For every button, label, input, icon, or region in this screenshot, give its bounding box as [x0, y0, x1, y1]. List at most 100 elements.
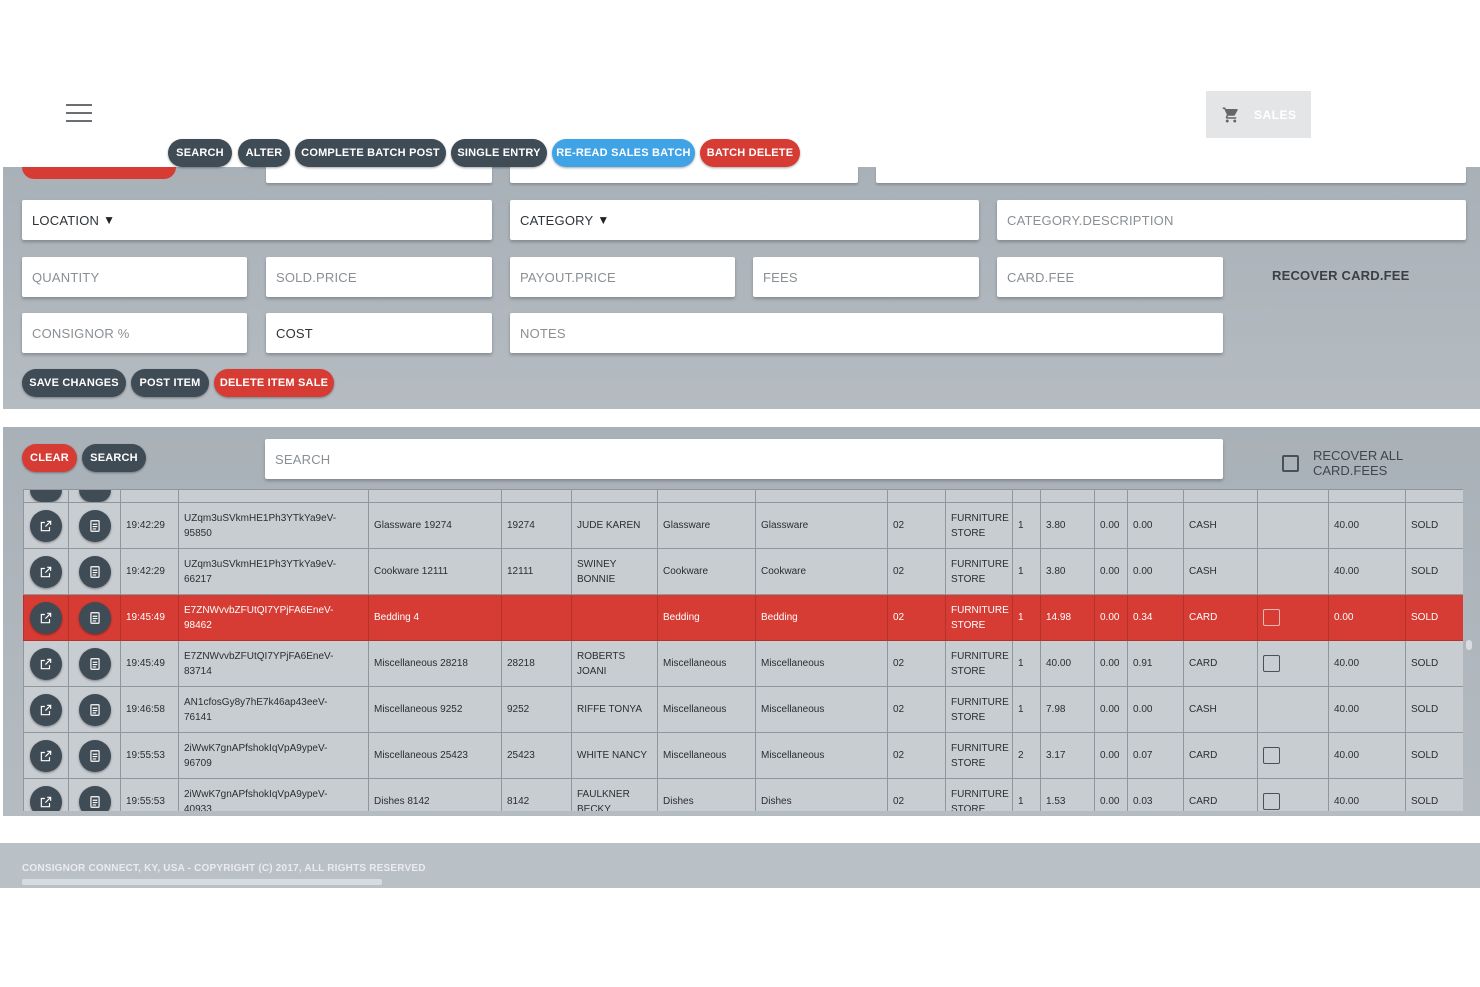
card-fee-field[interactable]: CARD.FEE: [997, 257, 1223, 297]
hidden-field-3[interactable]: [876, 167, 1466, 183]
list-search-input[interactable]: SEARCH: [265, 439, 1223, 479]
table-cell: [1257, 489, 1329, 503]
delete-item-sale-button[interactable]: DELETE ITEM SALE: [214, 369, 334, 397]
category-description-field[interactable]: CATEGORY.DESCRIPTION: [997, 200, 1466, 240]
recover-cell: [1257, 548, 1329, 595]
hamburger-menu-icon[interactable]: [66, 104, 92, 122]
list-search-button[interactable]: SEARCH: [82, 444, 146, 472]
table-cell: [1405, 489, 1463, 503]
category-dropdown[interactable]: CATEGORY ▼: [510, 200, 979, 240]
store-line1: FURNITURE: [951, 604, 1009, 616]
consignor-cell: FAULKNER BECKY: [571, 778, 658, 811]
store-line1: FURNITURE: [951, 742, 1009, 754]
consignor-line2: BONNIE: [577, 573, 616, 585]
description-cell: Glassware: [755, 502, 888, 549]
location-dropdown[interactable]: LOCATION ▼: [22, 200, 492, 240]
table-cell: [368, 489, 502, 503]
clear-button[interactable]: CLEAR: [22, 444, 77, 472]
document-icon[interactable]: [78, 509, 111, 542]
table-row[interactable]: 19:55:53 2iWwK7gnAPfshokIqVpA9ypeV- 40933 D…: [23, 778, 1463, 812]
store-line1: FURNITURE: [951, 512, 1009, 524]
sale-id-cell: E7ZNWvvbZFUtQI7YPjFA6EneV- 98462: [178, 594, 369, 641]
item-number-cell: 28218: [501, 640, 572, 687]
quantity-cell: 2: [1012, 732, 1041, 779]
table-cell: [887, 489, 946, 503]
table-row[interactable]: 19:45:49 E7ZNWvvbZFUtQI7YPjFA6EneV- 98462 B…: [23, 594, 1463, 641]
alter-button[interactable]: ALTER: [238, 139, 290, 167]
location-cell: 02: [887, 502, 946, 549]
edit-icon[interactable]: [30, 739, 62, 772]
store-line2: STORE: [951, 757, 986, 769]
store-line2: STORE: [951, 803, 986, 812]
document-icon[interactable]: [78, 601, 111, 634]
document-icon[interactable]: [78, 555, 111, 588]
save-changes-button[interactable]: SAVE CHANGES: [22, 369, 126, 397]
item-cell: Miscellaneous 28218: [368, 640, 502, 687]
item-number-cell: 19274: [501, 502, 572, 549]
recover-card-fee-checkbox[interactable]: [1263, 747, 1280, 764]
single-entry-button[interactable]: SINGLE ENTRY: [451, 139, 547, 167]
edit-icon[interactable]: [30, 647, 62, 680]
table-cell: [1012, 489, 1041, 503]
view-button[interactable]: [78, 490, 111, 502]
payout-price-field[interactable]: PAYOUT.PRICE: [510, 257, 735, 297]
document-icon[interactable]: [78, 785, 111, 811]
item-number-cell: 12111: [501, 548, 572, 595]
recover-cell: [1257, 686, 1329, 733]
table-cell: [571, 489, 658, 503]
description-cell: Cookware: [755, 548, 888, 595]
quantity-cell: 1: [1012, 778, 1041, 811]
footer-version-line: [22, 879, 382, 885]
edit-cell: [23, 732, 69, 779]
table-row[interactable]: 19:45:49 E7ZNWvvbZFUtQI7YPjFA6EneV- 83714 M…: [23, 640, 1463, 687]
notes-field[interactable]: NOTES: [510, 313, 1223, 353]
location-cell: 02: [887, 640, 946, 687]
table-scrollbar[interactable]: [1466, 640, 1472, 650]
table-row[interactable]: 19:42:29 UZqm3uSVkmHE1Ph3YTkYa9eV- 95850 Gl…: [23, 502, 1463, 549]
edit-button[interactable]: [30, 490, 62, 502]
recover-all-card-fees[interactable]: RECOVER ALL CARD.FEES: [1282, 448, 1480, 478]
edit-icon[interactable]: [30, 693, 62, 726]
recover-card-fee-checkbox[interactable]: [1263, 793, 1280, 810]
edit-icon[interactable]: [30, 601, 62, 634]
item-cell: Dishes 8142: [368, 778, 502, 811]
fees-field[interactable]: FEES: [753, 257, 979, 297]
recover-card-fee-checkbox[interactable]: [1263, 655, 1280, 672]
hidden-field-2[interactable]: [510, 167, 858, 183]
sale-id-cell: UZqm3uSVkmHE1Ph3YTkYa9eV- 95850: [178, 502, 369, 549]
sale-id-cell: AN1cfosGy8y7hE7k46ap43eeV- 76141: [178, 686, 369, 733]
re-read-sales-batch-button[interactable]: RE-READ SALES BATCH: [552, 139, 695, 167]
hidden-field-1[interactable]: [266, 167, 492, 183]
search-button[interactable]: SEARCH: [168, 139, 232, 167]
edit-icon[interactable]: [30, 555, 62, 588]
table-row[interactable]: 19:55:53 2iWwK7gnAPfshokIqVpA9ypeV- 96709 M…: [23, 732, 1463, 779]
time-cell: 19:42:29: [120, 548, 179, 595]
price-cell: 1.53: [1040, 778, 1095, 811]
item-cell: Cookware 12111: [368, 548, 502, 595]
table-cell: [1328, 489, 1406, 503]
cost-field[interactable]: COST: [266, 313, 492, 353]
hidden-red-button[interactable]: [22, 167, 176, 179]
consignor-line1: SWINEY: [577, 558, 617, 570]
edit-icon[interactable]: [30, 509, 62, 542]
complete-batch-post-button[interactable]: COMPLETE BATCH POST: [295, 139, 446, 167]
consignor-percent-field[interactable]: CONSIGNOR %: [22, 313, 247, 353]
category-cell: Miscellaneous: [657, 640, 756, 687]
card-fee-cell: 0.34: [1127, 594, 1184, 641]
batch-delete-button[interactable]: BATCH DELETE: [700, 139, 800, 167]
table-row[interactable]: 19:46:58 AN1cfosGy8y7hE7k46ap43eeV- 76141 M…: [23, 686, 1463, 733]
recover-card-fee-checkbox[interactable]: [1263, 609, 1280, 626]
description-cell: Miscellaneous: [755, 686, 888, 733]
recover-all-checkbox[interactable]: [1282, 454, 1299, 472]
sales-button[interactable]: SALES: [1206, 91, 1311, 138]
document-icon[interactable]: [78, 693, 111, 726]
document-icon[interactable]: [78, 647, 111, 680]
table-row[interactable]: 19:42:29 UZqm3uSVkmHE1Ph3YTkYa9eV- 66217 Co…: [23, 548, 1463, 595]
sold-price-field[interactable]: SOLD.PRICE: [266, 257, 492, 297]
edit-icon[interactable]: [30, 785, 62, 811]
document-icon[interactable]: [78, 739, 111, 772]
recover-card-fee-toggle[interactable]: RECOVER CARD.FEE: [1272, 268, 1410, 283]
post-item-button[interactable]: POST ITEM: [131, 369, 209, 397]
quantity-field[interactable]: QUANTITY: [22, 257, 247, 297]
sale-id-line2: 76141: [184, 711, 212, 723]
